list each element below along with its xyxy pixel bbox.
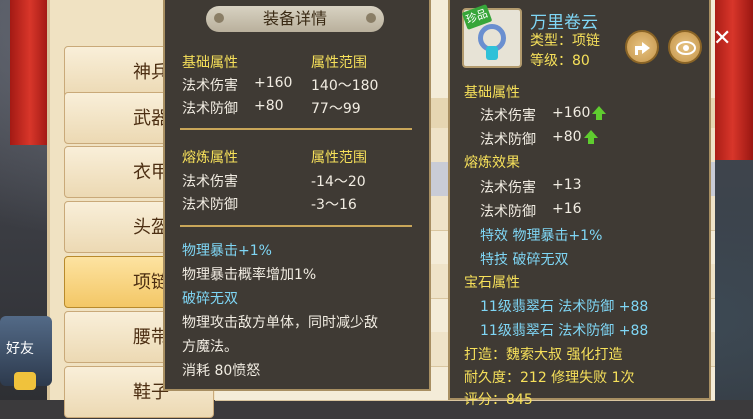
chat-icon[interactable] bbox=[14, 372, 36, 390]
special-effect: 特效 物理暴击+1% bbox=[480, 228, 603, 244]
attr-name: 法术伤害 bbox=[480, 108, 536, 124]
arrow-up-icon bbox=[584, 130, 598, 144]
special-skill: 特技 破碎无双 bbox=[480, 252, 569, 268]
base-attr-header: 基础属性 bbox=[464, 85, 520, 101]
special-skill-desc: 方魔法。 bbox=[182, 339, 238, 355]
attr-value: +16 bbox=[552, 201, 582, 217]
gem-row: 11级翡翠石 法术防御 +88 bbox=[480, 299, 649, 315]
refine-effect-header: 熔炼效果 bbox=[464, 155, 520, 171]
special-skill-cost: 消耗 80愤怒 bbox=[182, 363, 261, 379]
attr-value: +80 bbox=[254, 98, 284, 114]
eye-icon bbox=[676, 41, 696, 55]
arrow-up-icon bbox=[592, 106, 606, 120]
view-button[interactable] bbox=[668, 30, 702, 64]
gem-header: 宝石属性 bbox=[464, 275, 520, 291]
attr-name: 法术防御 bbox=[480, 132, 536, 148]
item-type: 类型：项链 bbox=[530, 33, 600, 49]
attr-value: +160 bbox=[254, 75, 293, 91]
left-banner bbox=[10, 0, 52, 145]
attr-name: 法术伤害 bbox=[182, 174, 238, 190]
attr-name: 法术防御 bbox=[480, 204, 536, 220]
tooltip-title: 装备详情 bbox=[206, 6, 384, 32]
special-effect-desc: 物理暴击概率增加1% bbox=[182, 267, 317, 283]
right-banner bbox=[712, 0, 753, 160]
attr-name: 法术防御 bbox=[182, 101, 238, 117]
refine-attr-header: 熔炼属性 bbox=[182, 150, 238, 166]
gem-row: 11级翡翠石 法术防御 +88 bbox=[480, 323, 649, 339]
special-skill-desc: 物理攻击敌方单体，同时减少敌 bbox=[182, 315, 378, 331]
attr-range: 140～180 bbox=[311, 78, 379, 94]
special-skill-title: 破碎无双 bbox=[182, 291, 238, 307]
durability-info: 耐久度：212 修理失败 1次 bbox=[464, 370, 635, 386]
attr-name: 法术伤害 bbox=[182, 78, 238, 94]
close-icon[interactable]: ✕ bbox=[713, 28, 733, 50]
share-button[interactable] bbox=[625, 30, 659, 64]
attr-range: -3～16 bbox=[311, 197, 357, 213]
craft-info: 打造：魏索大叔 强化打造 bbox=[464, 347, 623, 363]
refine-range-header: 属性范围 bbox=[311, 150, 367, 166]
base-attr-header: 基础属性 bbox=[182, 55, 238, 71]
attr-range: -14～20 bbox=[311, 174, 366, 190]
score-info: 评分：845 bbox=[464, 392, 533, 408]
item-level: 等级：80 bbox=[530, 53, 590, 69]
attr-value: +80 bbox=[552, 129, 582, 145]
attr-value: +160 bbox=[552, 105, 591, 121]
base-range-header: 属性范围 bbox=[311, 55, 367, 71]
attr-name: 法术伤害 bbox=[480, 180, 536, 196]
attr-range: 77～99 bbox=[311, 101, 361, 117]
special-effect-title: 物理暴击+1% bbox=[182, 243, 272, 259]
attr-name: 法术防御 bbox=[182, 197, 238, 213]
attr-value: +13 bbox=[552, 177, 582, 193]
avatar-label: 好友 bbox=[6, 341, 34, 357]
share-icon bbox=[635, 42, 650, 55]
divider bbox=[180, 225, 412, 227]
divider bbox=[180, 128, 412, 130]
